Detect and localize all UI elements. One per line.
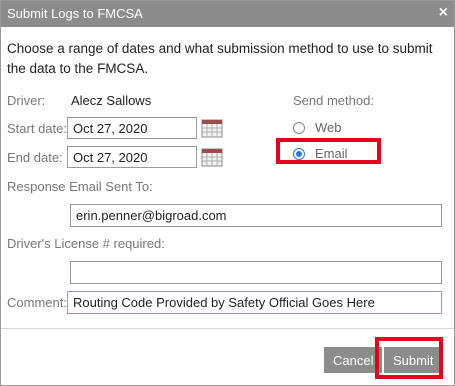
driver-label: Driver: (7, 93, 46, 108)
dialog-intro: Choose a range of dates and what submiss… (7, 41, 433, 76)
submit-highlight-box (375, 337, 443, 379)
end-date-field[interactable]: Oct 27, 2020 (67, 146, 197, 168)
web-radio[interactable] (293, 121, 305, 134)
start-date-field[interactable]: Oct 27, 2020 (67, 117, 197, 139)
close-icon[interactable]: × (439, 4, 448, 22)
comment-field[interactable]: Routing Code Provided by Safety Official… (67, 291, 442, 314)
driver-name: Alecz Sallows (71, 93, 152, 108)
cancel-button[interactable]: Cancel (324, 347, 383, 373)
license-field[interactable] (70, 261, 442, 284)
license-label: Driver's License # required: (7, 236, 165, 251)
email-highlight-box (276, 138, 381, 164)
end-date-label: End date: (7, 150, 63, 165)
dialog-titlebar: Submit Logs to FMCSA × (1, 1, 454, 27)
response-email-field[interactable]: erin.penner@bigroad.com (70, 204, 442, 227)
web-radio-label: Web (315, 120, 342, 135)
response-email-label: Response Email Sent To: (7, 179, 153, 194)
send-method-web[interactable]: Web (293, 120, 342, 135)
comment-label: Comment: (7, 295, 67, 310)
dialog-title: Submit Logs to FMCSA (7, 6, 143, 21)
calendar-icon[interactable] (201, 118, 223, 138)
start-date-label: Start date: (7, 121, 67, 136)
footer-divider (1, 328, 454, 329)
send-method-label: Send method: (293, 93, 374, 108)
submit-logs-dialog: Submit Logs to FMCSA × Choose a range of… (0, 0, 455, 386)
calendar-icon[interactable] (201, 147, 223, 167)
